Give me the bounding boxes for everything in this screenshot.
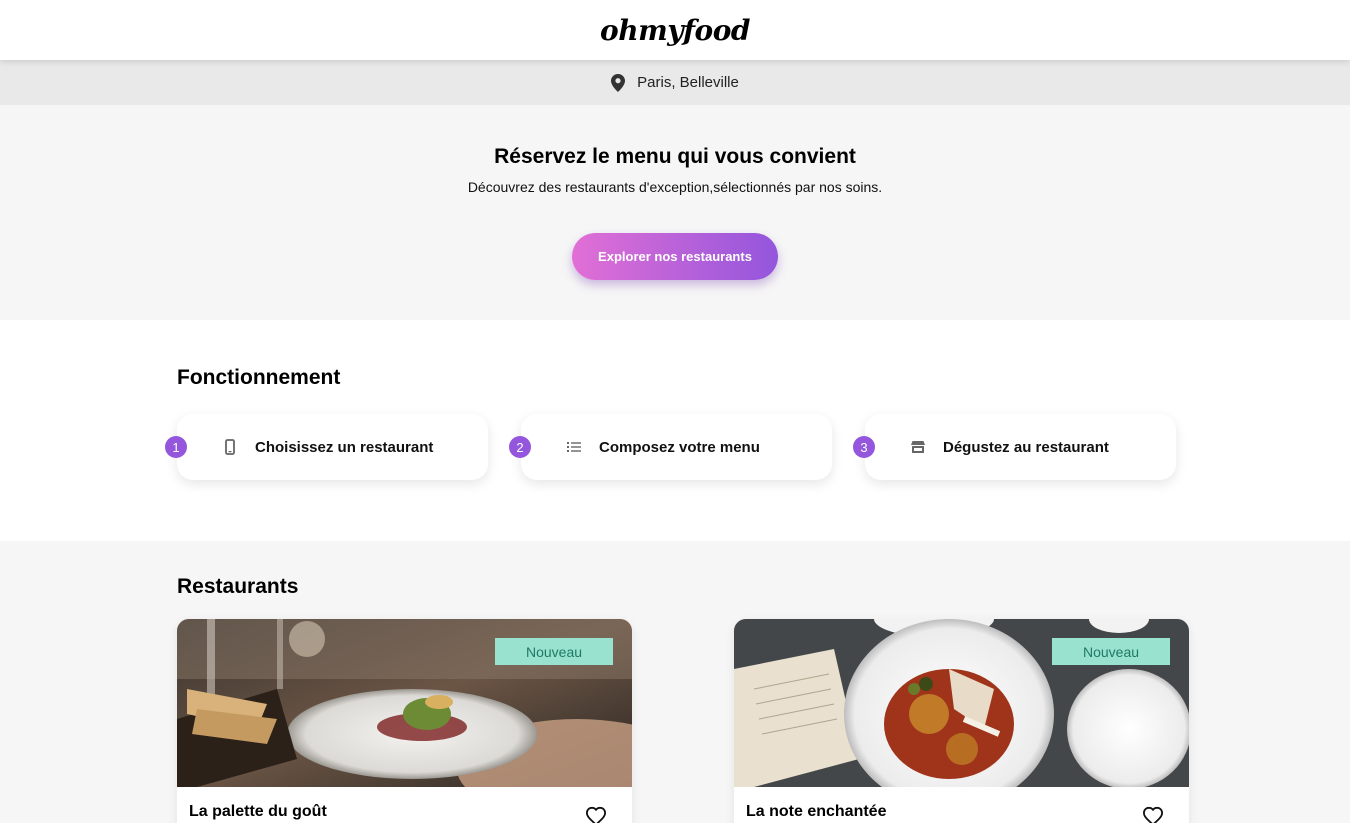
list-icon — [565, 438, 583, 456]
restaurant-name: La note enchantée — [746, 803, 887, 820]
explore-restaurants-button[interactable]: Explorer nos restaurants — [572, 233, 778, 280]
restaurant-photo: Nouveau — [734, 619, 1189, 787]
step-card: 1 Choisissez un restaurant — [165, 414, 488, 480]
restaurants-section: Restaurants Nouveau La palette du goût N… — [0, 541, 1350, 823]
hero-subtitle: Découvrez des restaurants d'exception,sé… — [467, 179, 883, 195]
heart-icon[interactable] — [585, 806, 607, 823]
step-number: 3 — [853, 436, 875, 458]
location-text: Paris, Belleville — [637, 74, 739, 91]
restaurant-card[interactable]: Nouveau La palette du goût — [177, 619, 632, 823]
step-label: Choisissez un restaurant — [255, 438, 434, 456]
hero-section: Réservez le menu qui vous convient Décou… — [0, 105, 1350, 320]
card-body: La palette du goût — [177, 787, 632, 823]
step-number: 2 — [509, 436, 531, 458]
restaurant-card[interactable]: Nouveau La note enchantée — [734, 619, 1189, 823]
step-number: 1 — [165, 436, 187, 458]
new-badge: Nouveau — [1052, 638, 1170, 665]
restaurant-photo: Nouveau — [177, 619, 632, 787]
hero-title: Réservez le menu qui vous convient — [494, 145, 856, 168]
map-pin-icon — [611, 73, 626, 92]
heart-icon[interactable] — [1142, 806, 1164, 823]
step-card: 2 Composez votre menu — [509, 414, 832, 480]
step-label: Dégustez au restaurant — [943, 438, 1109, 456]
steps-list: 1 Choisissez un restaurant 2 Composez vo… — [165, 414, 1350, 480]
step-card: 3 Dégustez au restaurant — [853, 414, 1176, 480]
step-label: Composez votre menu — [599, 438, 760, 456]
restaurant-name: La palette du goût — [189, 803, 327, 820]
logo[interactable]: ohmyfood — [600, 14, 750, 47]
location-bar: Paris, Belleville — [0, 60, 1350, 105]
store-icon — [909, 438, 927, 456]
card-body: La note enchantée — [734, 787, 1189, 823]
phone-icon — [221, 438, 239, 456]
how-it-works-section: Fonctionnement 1 Choisissez un restauran… — [0, 320, 1350, 541]
section-title: Fonctionnement — [177, 366, 341, 389]
new-badge: Nouveau — [495, 638, 613, 665]
section-title: Restaurants — [177, 575, 299, 598]
site-header: ohmyfood — [0, 0, 1350, 60]
restaurant-list: Nouveau La palette du goût Nouveau La no… — [177, 619, 1350, 823]
